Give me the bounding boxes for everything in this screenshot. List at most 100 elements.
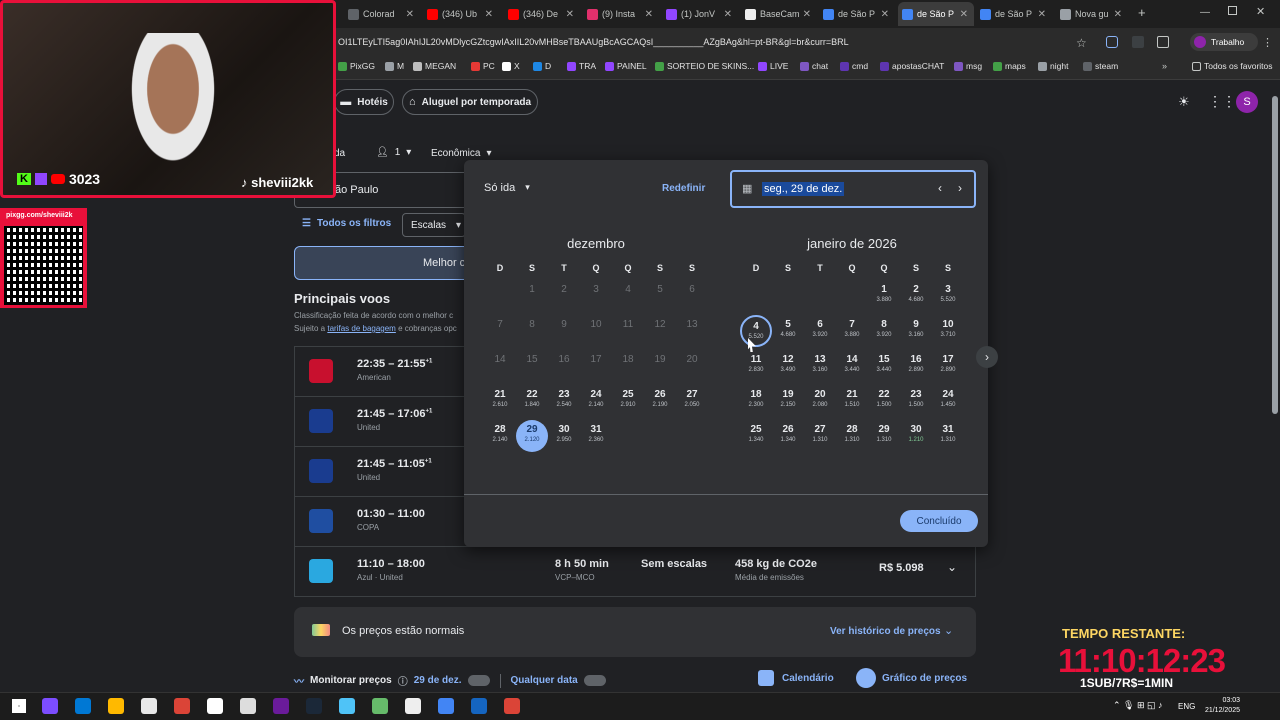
bookmark-item[interactable]: apostasCHAT bbox=[880, 61, 944, 71]
calendar-day[interactable]: 24 1.450 bbox=[932, 385, 964, 417]
calendar-day[interactable]: 4 5.520 bbox=[740, 315, 772, 347]
app-icon[interactable] bbox=[339, 698, 355, 714]
calendar-day[interactable]: 15 3.440 bbox=[868, 350, 900, 382]
tab-close-icon[interactable]: ✕ bbox=[485, 9, 493, 20]
calculator-icon[interactable] bbox=[405, 698, 421, 714]
clock[interactable]: 03:03 21/12/2025 bbox=[1200, 696, 1240, 716]
browser-tab[interactable]: de São P ✕ bbox=[976, 2, 1052, 26]
calendar-day[interactable]: 22 1.500 bbox=[868, 385, 900, 417]
calendar-day[interactable]: 31 2.360 bbox=[580, 420, 612, 452]
departure-date-input[interactable]: ▦ seg., 29 de dez. ‹ › bbox=[730, 170, 976, 208]
calendar-day[interactable]: 12 bbox=[644, 315, 676, 347]
browser-tab[interactable]: de São P ✕ bbox=[819, 2, 895, 26]
prev-date-icon[interactable]: ‹ bbox=[938, 181, 942, 195]
chevron-down-icon[interactable]: ⌄ bbox=[944, 624, 953, 637]
calendar-day[interactable]: 11 bbox=[612, 315, 644, 347]
profile-chip[interactable]: Trabalho bbox=[1190, 33, 1258, 51]
tab-best[interactable]: Melhor c bbox=[294, 246, 474, 280]
calendar-day[interactable]: 26 2.190 bbox=[644, 385, 676, 417]
bookmark-item[interactable]: PAINEL bbox=[605, 61, 647, 71]
calendar-day[interactable]: 1 3.880 bbox=[868, 280, 900, 312]
calendar-day[interactable]: 4 bbox=[612, 280, 644, 312]
calendar-day[interactable]: 2 4.680 bbox=[900, 280, 932, 312]
menu-icon[interactable]: ⋮ bbox=[1262, 36, 1273, 49]
browser-tab[interactable]: Colorad ✕ bbox=[344, 2, 420, 26]
calendar-day[interactable]: 10 3.710 bbox=[932, 315, 964, 347]
calendar-day[interactable]: 23 2.540 bbox=[548, 385, 580, 417]
file-explorer-icon[interactable] bbox=[108, 698, 124, 714]
browser-tab[interactable]: Nova gu ✕ bbox=[1056, 2, 1128, 26]
baggage-fees-link[interactable]: tarifas de bagagem bbox=[327, 324, 396, 333]
expand-chevron-icon[interactable]: ⌄ bbox=[947, 560, 957, 574]
calendar-day[interactable]: 3 5.520 bbox=[932, 280, 964, 312]
calendar-day[interactable]: 19 bbox=[644, 350, 676, 382]
tab-close-icon[interactable]: ✕ bbox=[1038, 9, 1046, 20]
next-date-icon[interactable]: › bbox=[958, 181, 962, 195]
copilot-icon[interactable] bbox=[42, 698, 58, 714]
browser-tab[interactable]: (9) Insta ✕ bbox=[583, 2, 659, 26]
browser-tab[interactable]: (1) JonV ✕ bbox=[662, 2, 738, 26]
reset-button[interactable]: Redefinir bbox=[662, 183, 705, 194]
calendar-day[interactable]: 29 1.310 bbox=[868, 420, 900, 452]
price-history-link[interactable]: Ver histórico de preços bbox=[830, 626, 941, 637]
bookmark-item[interactable]: M bbox=[385, 61, 404, 71]
calendar-day[interactable]: 9 bbox=[548, 315, 580, 347]
tray-icons[interactable]: ⌃ 🎙︎ ⊞ ◱ ♪ bbox=[1113, 700, 1163, 711]
calendar-day[interactable]: 6 3.920 bbox=[804, 315, 836, 347]
chrome-icon[interactable] bbox=[174, 698, 190, 714]
page-scrollbar[interactable] bbox=[1272, 96, 1278, 414]
bookmark-item[interactable]: D bbox=[533, 61, 551, 71]
passengers-selector[interactable]: 👤︎ 1 ▾ bbox=[376, 147, 411, 158]
calendar-day[interactable]: 28 2.140 bbox=[484, 420, 516, 452]
calendar-day[interactable]: 30 1.210 bbox=[900, 420, 932, 452]
tab-close-icon[interactable]: ✕ bbox=[724, 9, 732, 20]
calendar-day[interactable]: 23 1.500 bbox=[900, 385, 932, 417]
calendar-day[interactable]: 19 2.150 bbox=[772, 385, 804, 417]
track-date-toggle[interactable] bbox=[467, 675, 490, 686]
extension-icon[interactable] bbox=[1132, 36, 1144, 48]
tab-close-icon[interactable]: ✕ bbox=[1114, 9, 1122, 20]
extension-icon[interactable] bbox=[1106, 36, 1118, 48]
calendar-day[interactable]: 16 2.890 bbox=[900, 350, 932, 382]
chevron-right-icon[interactable]: » bbox=[1162, 61, 1167, 71]
calendar-day[interactable]: 9 3.160 bbox=[900, 315, 932, 347]
browser-tab[interactable]: de São P ✕ bbox=[898, 2, 974, 26]
tab-close-icon[interactable]: ✕ bbox=[803, 9, 811, 20]
calendar-day[interactable]: 13 bbox=[676, 315, 708, 347]
stops-filter[interactable]: Escalas ▾ bbox=[402, 213, 466, 237]
tab-close-icon[interactable]: ✕ bbox=[566, 9, 574, 20]
calendar-day[interactable]: 7 3.880 bbox=[836, 315, 868, 347]
calendar-day[interactable]: 3 bbox=[580, 280, 612, 312]
puzzle-icon[interactable] bbox=[1157, 36, 1169, 48]
obs-icon[interactable] bbox=[273, 698, 289, 714]
done-button[interactable]: Concluído bbox=[900, 510, 978, 532]
calendar-day[interactable]: 7 bbox=[484, 315, 516, 347]
bookmark-item[interactable]: steam bbox=[1083, 61, 1118, 71]
calendar-day[interactable]: 1 bbox=[516, 280, 548, 312]
bookmark-item[interactable]: cmd bbox=[840, 61, 868, 71]
app-icon[interactable] bbox=[471, 698, 487, 714]
cabin-selector[interactable]: Econômica ▾ bbox=[431, 148, 492, 159]
apps-grid-icon[interactable]: ⋮⋮ bbox=[1208, 93, 1236, 110]
hotels-button[interactable]: ▬ Hotéis bbox=[334, 89, 394, 115]
calendar-day[interactable]: 2 bbox=[548, 280, 580, 312]
calendar-day[interactable]: 21 1.510 bbox=[836, 385, 868, 417]
calendar-day[interactable]: 29 2.120 bbox=[516, 420, 548, 452]
calendar-day[interactable]: 14 3.440 bbox=[836, 350, 868, 382]
calendar-day[interactable]: 12 3.490 bbox=[772, 350, 804, 382]
bookmark-item[interactable]: PC bbox=[471, 61, 495, 71]
new-tab-button[interactable]: + bbox=[1138, 5, 1146, 20]
bookmark-item[interactable]: PixGG bbox=[338, 61, 375, 71]
calendar-day[interactable]: 20 2.080 bbox=[804, 385, 836, 417]
minimize-icon[interactable]: — bbox=[1200, 7, 1210, 18]
bookmark-item[interactable]: X bbox=[502, 61, 520, 71]
bookmark-item[interactable]: maps bbox=[993, 61, 1026, 71]
calendar-day[interactable]: 16 bbox=[548, 350, 580, 382]
bookmark-item[interactable]: night bbox=[1038, 61, 1068, 71]
bookmark-item[interactable]: MEGAN bbox=[413, 61, 456, 71]
calendar-day[interactable]: 15 bbox=[516, 350, 548, 382]
calendar-day[interactable]: 25 2.910 bbox=[612, 385, 644, 417]
browser-tab[interactable]: BaseCam ✕ bbox=[741, 2, 817, 26]
track-any-date-toggle[interactable] bbox=[583, 675, 606, 686]
calendar-day[interactable]: 22 1.840 bbox=[516, 385, 548, 417]
